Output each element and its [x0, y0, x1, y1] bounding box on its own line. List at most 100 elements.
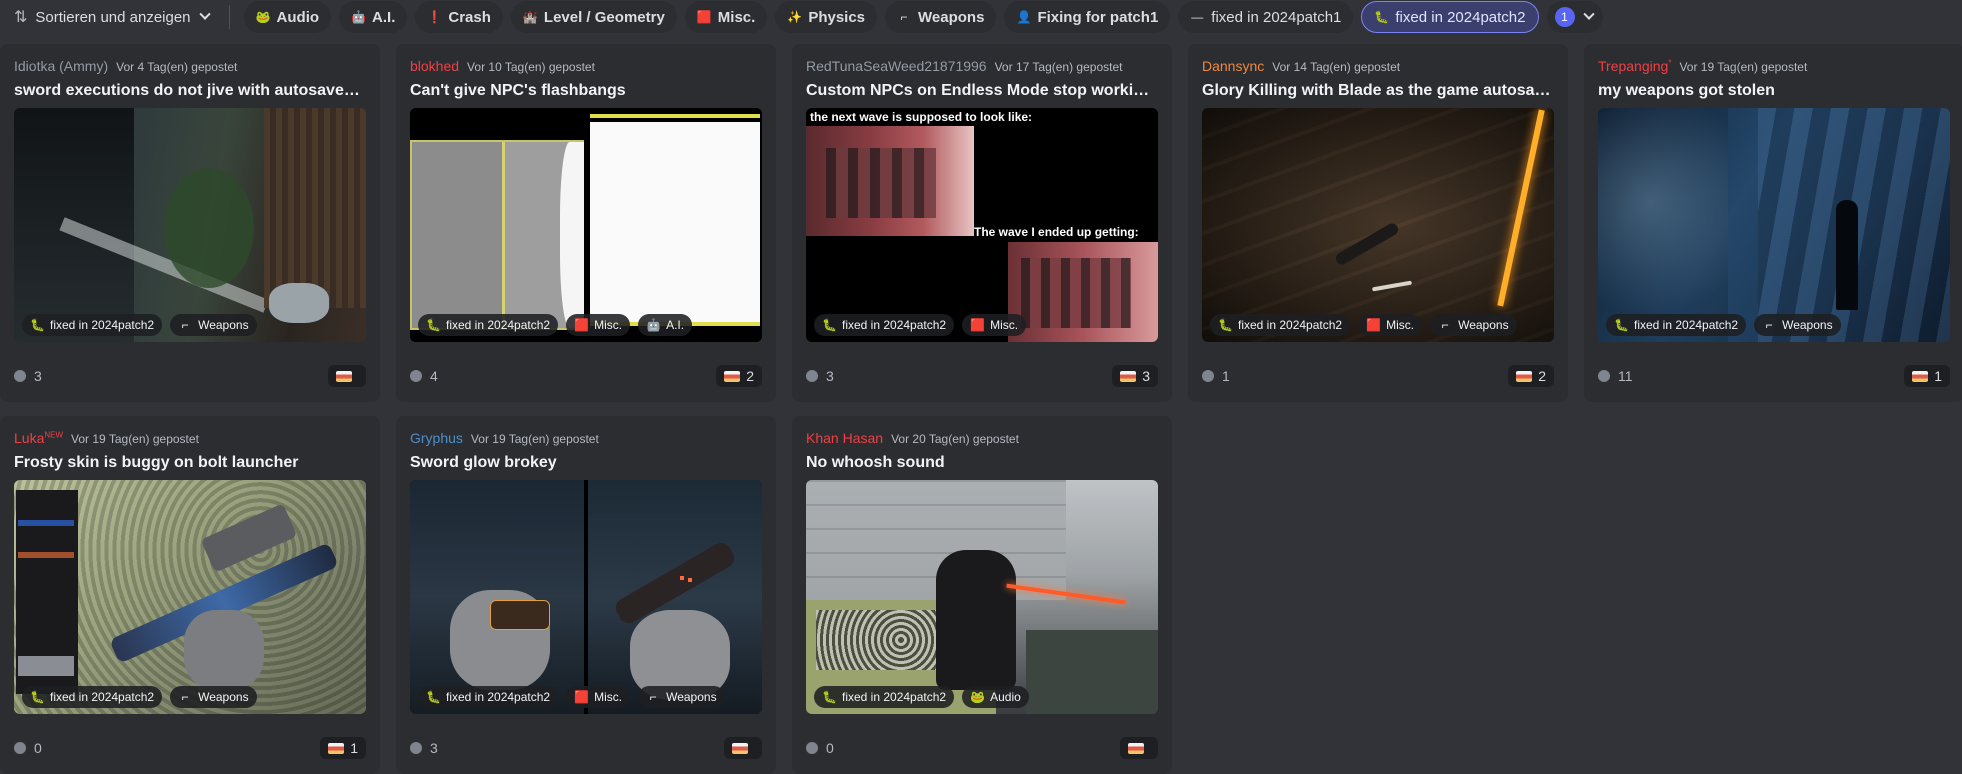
- reaction-button[interactable]: 1: [320, 737, 366, 759]
- post-thumbnail[interactable]: 🐛 fixed in 2024patch2 🟥 Misc. ⌐ Weapons: [1202, 108, 1554, 342]
- sort-icon: ⇅: [14, 9, 28, 26]
- post-tag[interactable]: 🐛 fixed in 2024patch2: [1606, 314, 1747, 336]
- creature-icon: 🐛: [822, 690, 837, 704]
- post-card[interactable]: Trepanging* Vor 19 Tag(en) gepostet my we…: [1584, 44, 1962, 402]
- filter-tag-crash[interactable]: ❗ Crash: [415, 1, 503, 33]
- chat-bubble-icon: [14, 370, 26, 382]
- filter-tag-ai[interactable]: 🤖 A.I.: [339, 1, 408, 33]
- post-tag[interactable]: ⌐ Weapons: [170, 314, 257, 336]
- post-card[interactable]: blokhed Vor 10 Tag(en) gepostet Can't giv…: [396, 44, 776, 402]
- post-tag[interactable]: 🟥 Misc.: [962, 314, 1027, 336]
- post-author[interactable]: Dannsync: [1202, 58, 1264, 74]
- post-tag[interactable]: 🐛 fixed in 2024patch2: [418, 314, 559, 336]
- post-author[interactable]: Trepanging*: [1598, 58, 1671, 74]
- post-card[interactable]: Dannsync Vor 14 Tag(en) gepostet Glory Ki…: [1188, 44, 1568, 402]
- filter-tag-label: Physics: [808, 8, 866, 26]
- post-card[interactable]: Idiotka (Ammy) Vor 4 Tag(en) gepostet swo…: [0, 44, 380, 402]
- post-tag[interactable]: 🐛 fixed in 2024patch2: [22, 314, 163, 336]
- chat-bubble-icon: [1202, 370, 1214, 382]
- misc-icon: 🟥: [1366, 318, 1382, 332]
- weapon-icon: ⌐: [900, 10, 908, 24]
- filter-tag-misc[interactable]: 🟥 Misc.: [684, 1, 768, 33]
- post-title: Glory Killing with Blade as the game aut…: [1202, 82, 1554, 99]
- filter-tag-level-geometry[interactable]: 🏰 Level / Geometry: [510, 1, 677, 33]
- post-card[interactable]: Khan Hasan Vor 20 Tag(en) gepostet No who…: [792, 416, 1172, 774]
- creature-icon: 🐛: [30, 690, 45, 704]
- post-tag[interactable]: 🐛 fixed in 2024patch2: [1210, 314, 1351, 336]
- message-count: 0: [806, 740, 834, 756]
- post-tag[interactable]: 🟥 Misc.: [1358, 314, 1423, 336]
- filter-tag-fixing-patch1[interactable]: 👤 Fixing for patch1: [1004, 1, 1171, 33]
- post-author[interactable]: Khan Hasan: [806, 430, 883, 446]
- misc-icon: 🟥: [574, 318, 590, 332]
- post-author[interactable]: LukaNEW: [14, 430, 63, 446]
- filter-tag-audio[interactable]: 🐸 Audio: [243, 1, 332, 33]
- filter-tag-weapons[interactable]: ⌐ Weapons: [885, 1, 997, 33]
- creature-icon: 🐛: [1614, 318, 1629, 332]
- post-tag[interactable]: 🐛 fixed in 2024patch2: [814, 314, 955, 336]
- post-tag[interactable]: 🟥 Misc.: [566, 314, 631, 336]
- post-date: Vor 17 Tag(en) gepostet: [994, 60, 1123, 74]
- post-tag[interactable]: 🟥 Misc.: [566, 686, 631, 708]
- reaction-button[interactable]: [724, 737, 762, 759]
- post-title: Frosty skin is buggy on bolt launcher: [14, 454, 299, 471]
- sort-and-view-button[interactable]: ⇅ Sortieren und anzeigen: [10, 2, 217, 32]
- weapon-icon: ⌐: [649, 690, 657, 704]
- chat-bubble-icon: [806, 370, 818, 382]
- post-date: Vor 19 Tag(en) gepostet: [71, 432, 199, 446]
- post-date: Vor 19 Tag(en) gepostet: [470, 432, 599, 446]
- post-author[interactable]: Idiotka (Ammy): [14, 58, 108, 74]
- reaction-button[interactable]: 2: [1508, 365, 1554, 387]
- message-count: 3: [806, 368, 834, 384]
- misc-icon: 🟥: [696, 10, 712, 24]
- image-caption-top: the next wave is supposed to look like:: [810, 110, 1033, 124]
- filter-tag-fixed-2024patch2[interactable]: 🐛 fixed in 2024patch2: [1361, 1, 1539, 33]
- post-tag[interactable]: ⌐ Weapons: [1754, 314, 1841, 336]
- filter-tag-physics[interactable]: ✨ Physics: [775, 1, 878, 33]
- reaction-button[interactable]: 2: [716, 365, 762, 387]
- post-card[interactable]: Gryphus Vor 19 Tag(en) gepostet Sword glo…: [396, 416, 776, 774]
- image-caption-bottom: The wave I ended up getting:: [974, 225, 1139, 239]
- post-tag[interactable]: 🐛 fixed in 2024patch2: [418, 686, 559, 708]
- post-thumbnail[interactable]: 🐛 fixed in 2024patch2 🐸 Audio: [806, 480, 1158, 714]
- post-author[interactable]: Gryphus: [410, 430, 463, 446]
- reaction-button[interactable]: 1: [1904, 365, 1950, 387]
- filter-tag-label: Level / Geometry: [543, 8, 665, 26]
- flag-emoji-icon: [1516, 370, 1533, 382]
- message-count: 1: [1202, 368, 1230, 384]
- post-author[interactable]: blokhed: [410, 58, 459, 74]
- post-thumbnail[interactable]: 🐛 fixed in 2024patch2 ⌐ Weapons: [1598, 108, 1950, 342]
- filter-tag-fixed-2024patch1[interactable]: — fixed in 2024patch1: [1178, 1, 1354, 33]
- post-tag[interactable]: ⌐ Weapons: [638, 686, 725, 708]
- post-thumbnail[interactable]: 🐛 fixed in 2024patch2 🟥 Misc. 🤖 A.I.: [410, 108, 762, 342]
- flag-emoji-icon: [724, 370, 741, 382]
- post-date: Vor 20 Tag(en) gepostet: [891, 432, 1019, 446]
- reaction-button[interactable]: [1120, 737, 1158, 759]
- post-card[interactable]: LukaNEW Vor 19 Tag(en) gepostet Frosty sk…: [0, 416, 380, 774]
- exclamation-icon: ❗: [427, 10, 443, 24]
- creature-icon: 🐛: [1218, 318, 1233, 332]
- chevron-down-icon: [1582, 8, 1595, 20]
- filter-tag-label: fixed in 2024patch2: [1395, 8, 1526, 26]
- post-tag[interactable]: 🐛 fixed in 2024patch2: [814, 686, 955, 708]
- chat-bubble-icon: [1598, 370, 1610, 382]
- message-count: 11: [1598, 368, 1633, 384]
- filter-tag-label: Crash: [448, 8, 491, 26]
- post-thumbnail[interactable]: 🐛 fixed in 2024patch2 🟥 Misc. ⌐ Weapons: [410, 480, 762, 714]
- reaction-button[interactable]: 3: [1112, 365, 1158, 387]
- weapon-icon: ⌐: [181, 318, 189, 332]
- post-tag[interactable]: ⌐ Weapons: [1430, 314, 1517, 336]
- creature-icon: 🐛: [426, 318, 441, 332]
- post-thumbnail[interactable]: 🐛 fixed in 2024patch2 ⌐ Weapons: [14, 108, 366, 342]
- post-tag[interactable]: 🐸 Audio: [962, 686, 1029, 708]
- post-thumbnail[interactable]: 🐛 fixed in 2024patch2 ⌐ Weapons: [14, 480, 366, 714]
- selected-tags-dropdown[interactable]: 1: [1546, 1, 1603, 33]
- reaction-button[interactable]: [328, 365, 366, 387]
- post-thumbnail[interactable]: the next wave is supposed to look like: …: [806, 108, 1158, 342]
- post-tag[interactable]: ⌐ Weapons: [170, 686, 257, 708]
- post-card[interactable]: RedTunaSeaWeed21871996 Vor 17 Tag(en) gep…: [792, 44, 1172, 402]
- post-author[interactable]: RedTunaSeaWeed21871996: [806, 58, 987, 74]
- post-tag[interactable]: 🤖 A.I.: [638, 314, 693, 336]
- post-tag[interactable]: 🐛 fixed in 2024patch2: [22, 686, 163, 708]
- creature-icon: 🐛: [1374, 10, 1390, 24]
